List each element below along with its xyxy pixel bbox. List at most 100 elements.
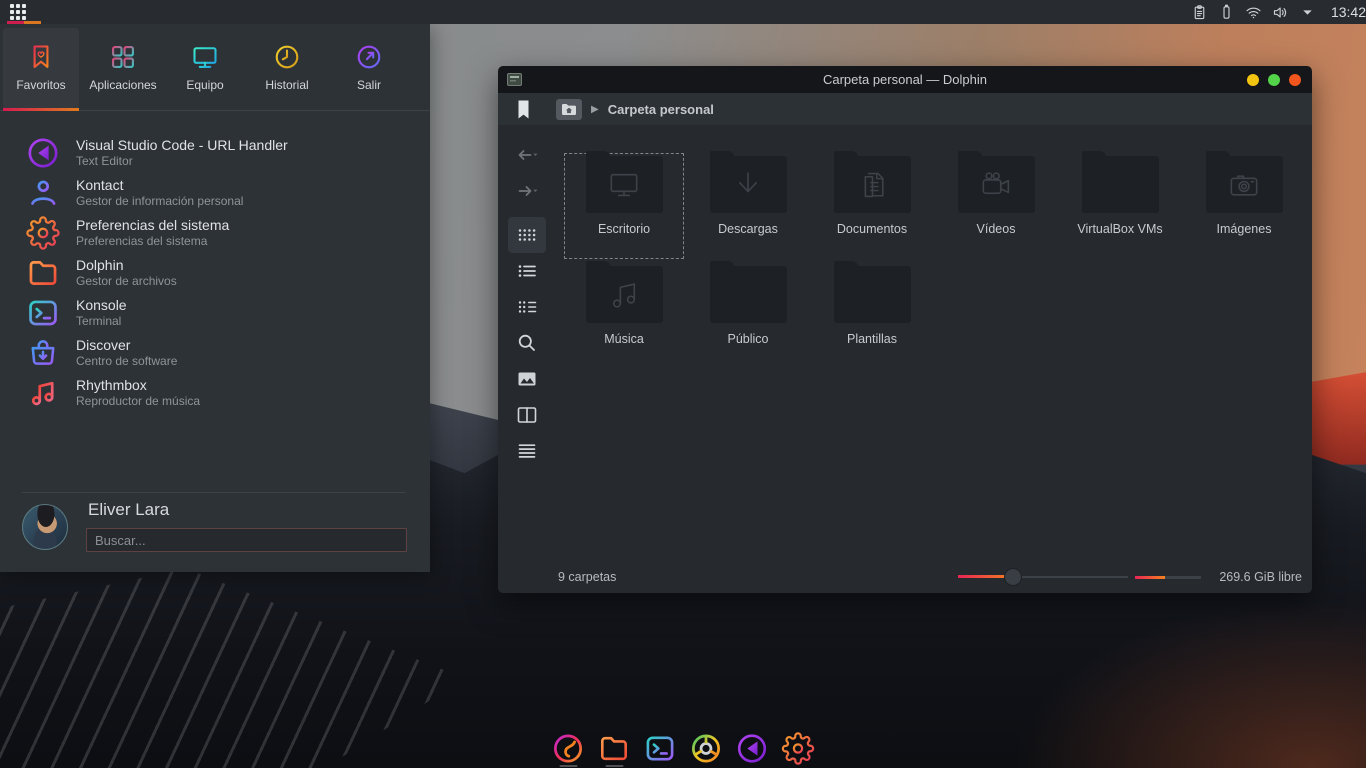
user-name: Eliver Lara bbox=[88, 500, 169, 520]
running-indicator bbox=[559, 765, 577, 767]
tab-salir[interactable]: Salir bbox=[328, 24, 410, 110]
app-item-visual-studio-code-url-handler[interactable]: Visual Studio Code - URL Handler Text Ed… bbox=[0, 133, 430, 173]
video-glyph bbox=[958, 156, 1035, 213]
app-item-rhythmbox[interactable]: Rhythmbox Reproductor de música bbox=[0, 373, 430, 413]
document-glyph bbox=[834, 156, 911, 213]
forward-icon bbox=[515, 179, 539, 203]
location-toolbar: ▶ Carpeta personal bbox=[498, 93, 1312, 125]
menu-button[interactable] bbox=[508, 433, 546, 469]
folder-icon bbox=[834, 266, 911, 323]
folder-plantillas[interactable]: Plantillas bbox=[810, 261, 934, 371]
folder-label: Documentos bbox=[837, 222, 907, 236]
tab-label: Aplicaciones bbox=[89, 78, 156, 92]
back-button[interactable] bbox=[508, 137, 546, 173]
panel-clock[interactable]: 13:42 bbox=[1331, 4, 1366, 20]
disk-usage-bar bbox=[1135, 576, 1201, 579]
dolphin-window: Carpeta personal — Dolphin ▶ Carpeta per… bbox=[498, 66, 1312, 593]
app-description: Terminal bbox=[76, 314, 127, 328]
app-item-konsole[interactable]: Konsole Terminal bbox=[0, 293, 430, 333]
clipboard-icon[interactable] bbox=[1191, 4, 1208, 21]
application-launcher: Favoritos Aplicaciones Equipo Historial … bbox=[0, 24, 430, 572]
app-description: Reproductor de música bbox=[76, 394, 200, 408]
app-name: Dolphin bbox=[76, 257, 177, 274]
active-task-indicator bbox=[7, 21, 41, 24]
search-button[interactable] bbox=[508, 325, 546, 361]
folder-virtualbox-vms[interactable]: VirtualBox VMs bbox=[1058, 151, 1182, 261]
folder-icon bbox=[1206, 156, 1283, 213]
minimize-button[interactable] bbox=[1247, 74, 1259, 86]
tab-label: Salir bbox=[357, 78, 381, 92]
folder-label: VirtualBox VMs bbox=[1077, 222, 1162, 236]
tab-favoritos[interactable]: Favoritos bbox=[0, 24, 82, 110]
dock-settings[interactable] bbox=[782, 732, 815, 767]
preview-button[interactable] bbox=[508, 361, 546, 397]
app-name: Konsole bbox=[76, 297, 127, 314]
dock-konsole[interactable] bbox=[644, 732, 677, 767]
free-space-label: 269.6 GiB libre bbox=[1219, 570, 1302, 584]
search-icon bbox=[515, 331, 539, 355]
vscode-icon bbox=[26, 136, 60, 170]
terminal-icon bbox=[26, 296, 60, 330]
folder-label: Descargas bbox=[718, 222, 778, 236]
tab-equipo[interactable]: Equipo bbox=[164, 24, 246, 110]
folder-escritorio[interactable]: Escritorio bbox=[562, 151, 686, 261]
folder-grid: Escritorio Descargas Documentos Vídeos V… bbox=[562, 151, 1306, 371]
compact-view-button[interactable] bbox=[508, 289, 546, 325]
dock-firefox[interactable] bbox=[552, 732, 585, 767]
tab-aplicaciones[interactable]: Aplicaciones bbox=[82, 24, 164, 110]
volume-icon[interactable] bbox=[1272, 4, 1289, 21]
dock bbox=[552, 732, 815, 767]
zoom-slider-handle[interactable] bbox=[1004, 568, 1022, 586]
folder-documentos[interactable]: Documentos bbox=[810, 151, 934, 261]
split-view-button[interactable] bbox=[508, 397, 546, 433]
network-icon[interactable] bbox=[1245, 4, 1262, 21]
bookmark-icon[interactable] bbox=[518, 100, 529, 119]
tab-historial[interactable]: Historial bbox=[246, 24, 328, 110]
window-title: Carpeta personal — Dolphin bbox=[498, 72, 1312, 87]
app-description: Preferencias del sistema bbox=[76, 234, 229, 248]
folder-imagenes[interactable]: Imágenes bbox=[1182, 151, 1306, 261]
items-count: 9 carpetas bbox=[558, 570, 616, 584]
dock-vscode[interactable] bbox=[736, 732, 769, 767]
folder-descargas[interactable]: Descargas bbox=[686, 151, 810, 261]
app-description: Gestor de información personal bbox=[76, 194, 243, 208]
battery-icon[interactable] bbox=[1218, 4, 1235, 21]
zoom-slider[interactable] bbox=[958, 568, 1128, 586]
app-item-kontact[interactable]: Kontact Gestor de información personal bbox=[0, 173, 430, 213]
folder-musica[interactable]: Música bbox=[562, 261, 686, 371]
dock-chromium[interactable] bbox=[690, 732, 723, 767]
files-icon bbox=[598, 732, 631, 765]
caret-down-icon[interactable] bbox=[1299, 4, 1316, 21]
home-button[interactable] bbox=[556, 99, 582, 120]
app-grid-icon bbox=[10, 4, 26, 20]
folder-icon bbox=[586, 266, 663, 323]
app-item-preferencias-del-sistema[interactable]: Preferencias del sistema Preferencias de… bbox=[0, 213, 430, 253]
applications-icon bbox=[109, 43, 137, 71]
app-launcher-button[interactable] bbox=[0, 0, 36, 24]
launcher-footer: Eliver Lara bbox=[0, 492, 430, 572]
toolbar-sidebar bbox=[498, 125, 556, 561]
folder-videos[interactable]: Vídeos bbox=[934, 151, 1058, 261]
app-item-discover[interactable]: Discover Centro de software bbox=[0, 333, 430, 373]
icons-view-icon bbox=[515, 223, 539, 247]
user-avatar[interactable] bbox=[22, 504, 68, 550]
window-body: Escritorio Descargas Documentos Vídeos V… bbox=[498, 125, 1312, 561]
firefox-icon bbox=[552, 732, 585, 765]
app-name: Discover bbox=[76, 337, 177, 354]
footer-divider bbox=[22, 492, 406, 493]
folder-label: Público bbox=[728, 332, 769, 346]
app-item-dolphin[interactable]: Dolphin Gestor de archivos bbox=[0, 253, 430, 293]
folder-publico[interactable]: Público bbox=[686, 261, 810, 371]
breadcrumb-location[interactable]: Carpeta personal bbox=[608, 102, 714, 117]
icons-view-button[interactable] bbox=[508, 217, 546, 253]
dock-file-manager[interactable] bbox=[598, 732, 631, 767]
maximize-button[interactable] bbox=[1268, 74, 1280, 86]
forward-button[interactable] bbox=[508, 173, 546, 209]
folder-icon bbox=[710, 266, 787, 323]
close-button[interactable] bbox=[1289, 74, 1301, 86]
settings-icon bbox=[26, 216, 60, 250]
music-icon bbox=[26, 376, 60, 410]
titlebar[interactable]: Carpeta personal — Dolphin bbox=[498, 66, 1312, 93]
list-view-button[interactable] bbox=[508, 253, 546, 289]
search-input[interactable] bbox=[86, 528, 407, 552]
